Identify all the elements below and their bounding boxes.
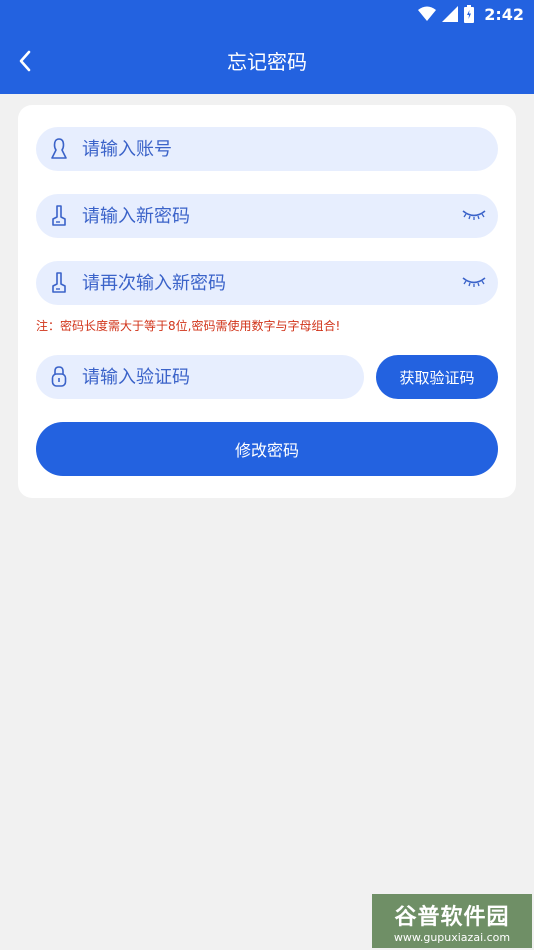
watermark-logo: 谷普软件园 www.gupuxiazai.com: [372, 894, 532, 948]
app-header: 2:42 忘记密码: [0, 0, 534, 94]
user-icon: [51, 138, 67, 159]
battery-icon: [464, 5, 475, 23]
form-card: 注：密码长度需大于等于8位,密码需使用数字与字母组合! 获取验证码 修改密码: [18, 105, 516, 498]
status-bar: 2:42: [0, 0, 534, 28]
verification-code-input[interactable]: [82, 355, 352, 399]
wifi-icon: [418, 6, 437, 21]
lock-icon: [51, 366, 67, 387]
eye-closed-icon[interactable]: [462, 275, 486, 289]
key-icon: [52, 205, 66, 226]
status-time: 2:42: [484, 4, 524, 24]
status-icons: 2:42: [418, 3, 524, 25]
watermark-logo-text: 谷普软件园: [394, 904, 510, 930]
eye-closed-icon[interactable]: [462, 208, 486, 222]
account-input[interactable]: [82, 127, 452, 171]
new-password-field: [36, 194, 498, 238]
page-title: 忘记密码: [227, 50, 307, 74]
nav-bar: 忘记密码: [0, 28, 534, 94]
signal-icon: [442, 6, 459, 22]
change-password-button[interactable]: 修改密码: [36, 422, 498, 476]
account-field: [36, 127, 498, 171]
confirm-password-field: [36, 261, 498, 305]
verification-code-field: [36, 355, 364, 399]
watermark-url: www.gupuxiazai.com: [393, 930, 511, 944]
confirm-password-input[interactable]: [82, 261, 452, 305]
key-icon: [52, 272, 66, 293]
get-code-button[interactable]: 获取验证码: [376, 355, 498, 399]
password-rule-note: 注：密码长度需大于等于8位,密码需使用数字与字母组合!: [36, 319, 341, 333]
new-password-input[interactable]: [82, 194, 452, 238]
